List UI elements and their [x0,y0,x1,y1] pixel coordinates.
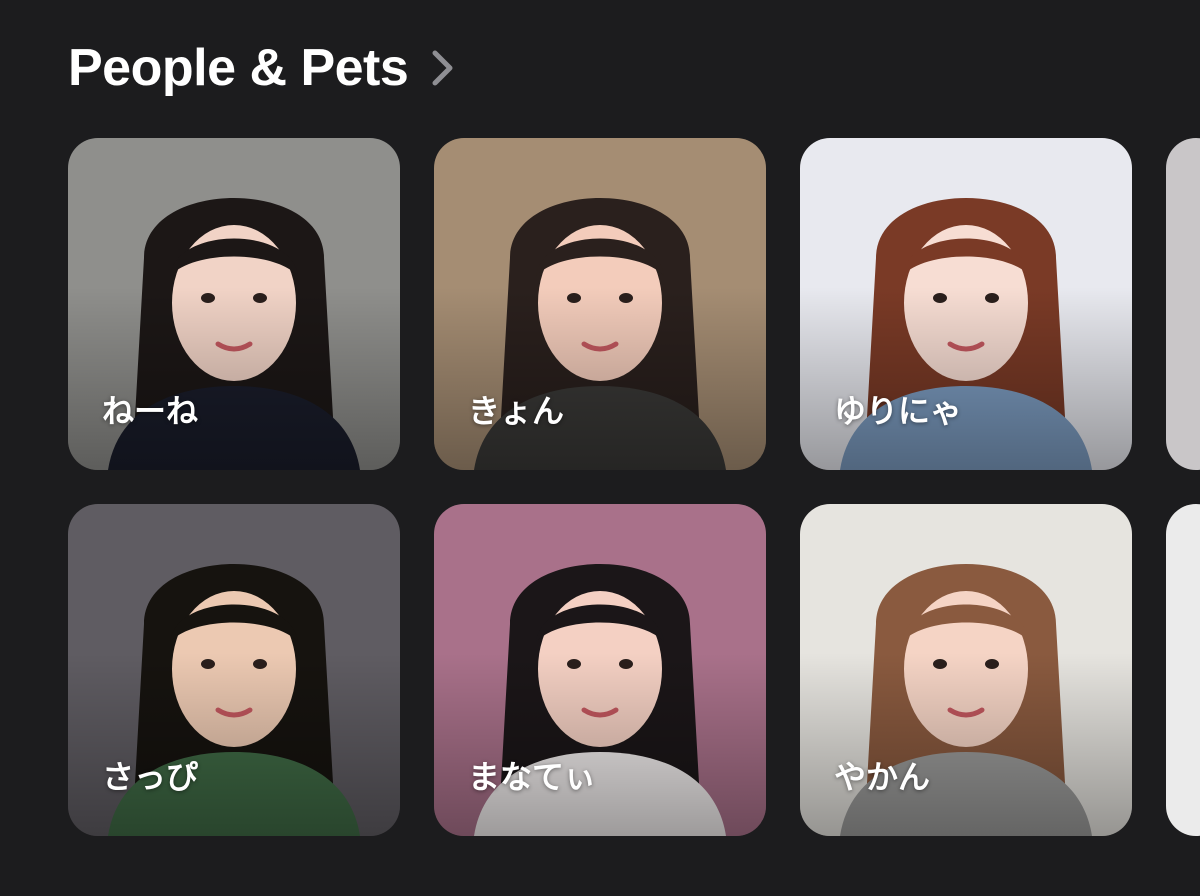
person-card[interactable]: やかん [800,504,1132,836]
partial-photo [1166,138,1200,470]
person-name: さっぴ [102,758,199,796]
person-card[interactable]: さっぴ [68,504,400,836]
person-name: まなてぃ [468,758,597,796]
person-name: やかん [834,758,931,796]
person-name: ゆりにゃ [834,392,963,430]
people-and-pets-header[interactable]: People & Pets [68,36,456,100]
partial-photo [1166,504,1200,836]
person-name: きょん [468,392,565,430]
partial-person-card[interactable] [1166,138,1200,470]
chevron-right-icon [432,50,453,86]
partial-person-card[interactable] [1166,504,1200,836]
photo-gradient [800,653,1132,836]
photo-gradient [434,287,766,470]
people-and-pets-screen: People & Pets ねーね きょん ゆりにゃ さっぴ まなてぃ やかん [0,0,1200,896]
person-name: ねーね [102,392,199,430]
person-card[interactable]: きょん [434,138,766,470]
photo-gradient [434,653,766,836]
person-card[interactable]: ねーね [68,138,400,470]
person-card[interactable]: ゆりにゃ [800,138,1132,470]
photo-gradient [800,287,1132,470]
photo-gradient [68,653,400,836]
person-card[interactable]: まなてぃ [434,504,766,836]
section-title: People & Pets [68,39,409,97]
photo-gradient [68,287,400,470]
